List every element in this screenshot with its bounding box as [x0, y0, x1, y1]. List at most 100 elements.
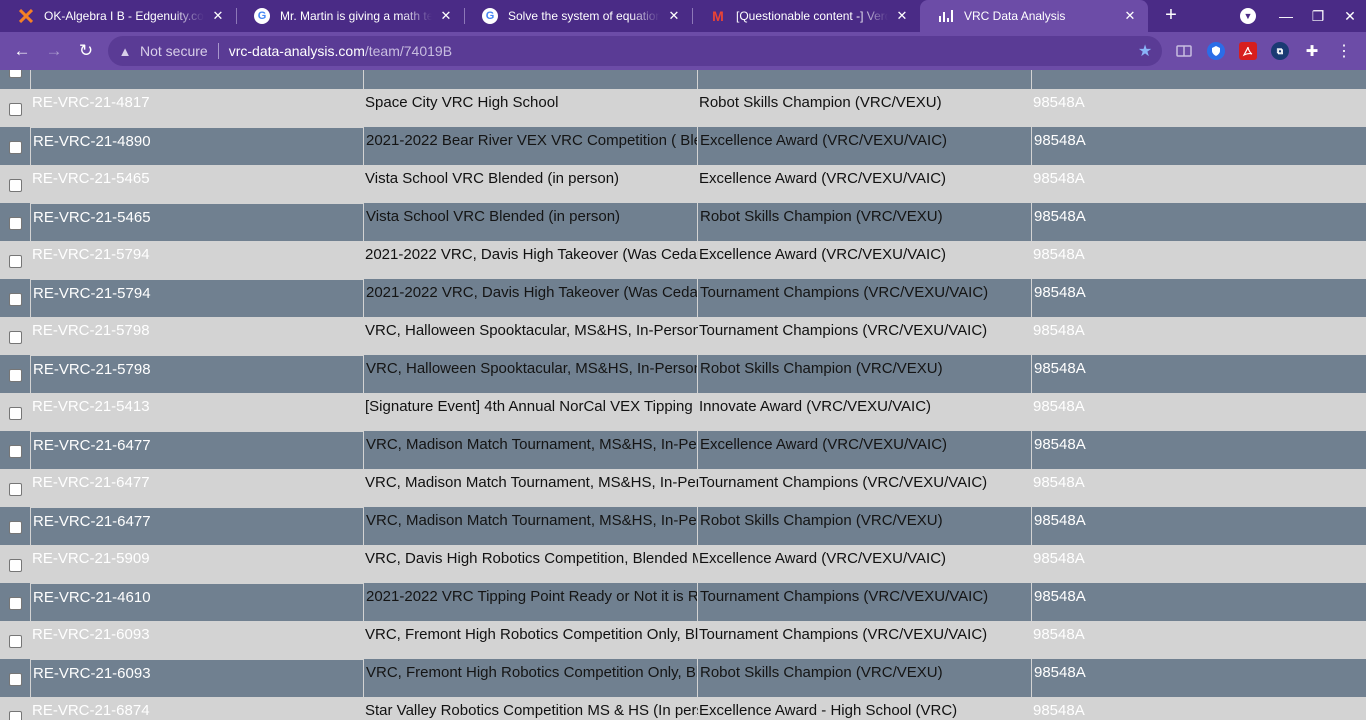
extension-badge-icon[interactable]: ⧉ — [1271, 42, 1289, 60]
row-checkbox[interactable] — [9, 445, 22, 458]
row-checkbox[interactable] — [9, 635, 22, 648]
minimize-button[interactable]: — — [1270, 0, 1302, 32]
table-row[interactable]: RE-VRC-21-6477 VRC, Madison Match Tournam… — [0, 469, 1366, 507]
row-checkbox[interactable] — [9, 711, 22, 720]
pdf-extension-icon[interactable] — [1239, 42, 1257, 60]
tab-title: OK-Algebra I B - Edgenuity.com — [44, 9, 204, 23]
table-row[interactable]: RE-VRC-21-5465 Vista School VRC Blended (… — [0, 165, 1366, 203]
table-row[interactable]: RE-VRC-21-5798 VRC, Halloween Spooktacula… — [0, 355, 1366, 393]
sku-cell: RE-VRC-21-4610 — [30, 583, 364, 621]
tab-title: Mr. Martin is giving a math test — [280, 9, 432, 23]
row-checkbox[interactable] — [9, 70, 22, 78]
arrow-left-icon: ← — [13, 41, 31, 60]
table-row[interactable]: RE-VRC-21-4890 2021-2022 Bear River VEX V… — [0, 127, 1366, 165]
bookmark-star-icon[interactable]: ★ — [1136, 42, 1154, 60]
award-cell: Tournament Champions (VRC/VEXU/VAIC) — [697, 583, 1032, 621]
url-host[interactable]: vrc-data-analysis.com — [229, 43, 365, 59]
table-row[interactable]: RE-VRC-21-5909 VRC, Davis High Robotics C… — [0, 545, 1366, 583]
row-checkbox[interactable] — [9, 217, 22, 230]
event-name-cell: Vista School VRC Blended (in person) — [365, 170, 620, 187]
back-button[interactable]: ← — [8, 37, 36, 65]
sku-cell: RE-VRC-21-6874 — [32, 702, 150, 719]
restore-button[interactable]: ❐ — [1302, 0, 1334, 32]
arrow-right-icon: → — [45, 41, 63, 60]
award-cell: Tournament Champions (VRC/VEXU/VAIC) — [699, 474, 988, 491]
team-number-cell: 98548A — [1031, 659, 1366, 697]
event-name-cell: VRC, Halloween Spooktacular, MS&HS, In-P… — [365, 322, 698, 339]
close-icon[interactable]: ✕ — [210, 8, 226, 24]
table-row[interactable]: RE-VRC-21-6093 VRC, Fremont High Robotics… — [0, 621, 1366, 659]
forward-button[interactable]: → — [40, 37, 68, 65]
table-row[interactable]: RE-VRC-21-6093 VRC, Fremont High Robotics… — [0, 659, 1366, 697]
row-checkbox[interactable] — [9, 521, 22, 534]
table-row[interactable]: RE-VRC-21-5794 2021-2022 VRC, Davis High … — [0, 241, 1366, 279]
row-checkbox[interactable] — [9, 293, 22, 306]
award-cell: Excellence Award (VRC/VEXU/VAIC) — [697, 127, 1032, 165]
close-icon[interactable]: ✕ — [438, 8, 454, 24]
sku-cell: RE-VRC-21-5798 — [30, 355, 364, 393]
close-icon[interactable]: ✕ — [666, 8, 682, 24]
row-checkbox[interactable] — [9, 141, 22, 154]
url-path[interactable]: /team/74019B — [365, 43, 452, 59]
reload-button[interactable]: ↻ — [72, 37, 100, 65]
tab-vrc-data-analysis[interactable]: VRC Data Analysis ✕ — [920, 0, 1148, 32]
row-checkbox[interactable] — [9, 559, 22, 572]
tab-search-button[interactable]: ▼ — [1232, 0, 1264, 32]
sku-cell: RE-VRC-21-5465 — [32, 170, 150, 187]
table-row[interactable]: RE-VRC-21-5794 2021-2022 VRC, Davis High … — [0, 279, 1366, 317]
team-number-cell: 98548A — [1033, 246, 1085, 263]
row-checkbox[interactable] — [9, 597, 22, 610]
address-bar[interactable]: ▲ Not secure vrc-data-analysis.com /team… — [108, 36, 1162, 66]
table-row[interactable]: RE-VRC-21-6477 VRC, Madison Match Tournam… — [0, 431, 1366, 469]
google-icon: G — [254, 8, 270, 24]
team-number-cell: 98548A — [1033, 398, 1085, 415]
table-row[interactable]: RE-VRC-21-4817 Space City VRC High School… — [0, 89, 1366, 127]
menu-kebab-icon[interactable]: ⋮ — [1335, 42, 1353, 60]
close-icon[interactable]: ✕ — [1122, 8, 1138, 24]
team-number-cell: 98548A — [1031, 355, 1366, 393]
table-row[interactable]: RE-VRC-21-5465 Vista School VRC Blended (… — [0, 203, 1366, 241]
table-row[interactable]: RE-VRC-21-5413 [Signature Event] 4th Annu… — [0, 393, 1366, 431]
warning-icon[interactable]: ▲ — [118, 44, 132, 59]
row-checkbox[interactable] — [9, 369, 22, 382]
close-window-button[interactable]: ✕ — [1334, 0, 1366, 32]
sku-cell: RE-VRC-21-4890 — [30, 127, 364, 165]
row-checkbox[interactable] — [9, 331, 22, 344]
tab-gmail[interactable]: M [Questionable content -] Verdict ✕ — [692, 0, 920, 32]
award-cell: Tournament Champions (VRC/VEXU/VAIC) — [697, 279, 1032, 317]
close-icon[interactable]: ✕ — [894, 8, 910, 24]
team-number-cell: 98548A — [1033, 474, 1085, 491]
tab-edgenuity[interactable]: OK-Algebra I B - Edgenuity.com ✕ — [0, 0, 236, 32]
team-number-cell: 98548A — [1031, 431, 1366, 469]
team-number-cell: 98548A — [1033, 550, 1085, 567]
table-row[interactable]: RE-VRC-21-6874 Star Valley Robotics Compe… — [0, 697, 1366, 720]
gmail-icon: M — [712, 8, 724, 24]
sku-cell: RE-VRC-21-6093 — [30, 659, 364, 697]
reading-mode-icon[interactable] — [1175, 42, 1193, 60]
table-cell — [363, 70, 698, 89]
row-checkbox[interactable] — [9, 673, 22, 686]
team-number-cell: 98548A — [1033, 322, 1085, 339]
row-checkbox[interactable] — [9, 255, 22, 268]
table-row[interactable]: RE-VRC-21-4610 2021-2022 VRC Tipping Poin… — [0, 583, 1366, 621]
shield-extension-icon[interactable] — [1207, 42, 1225, 60]
table-row[interactable]: RE-VRC-21-6477 VRC, Madison Match Tournam… — [0, 507, 1366, 545]
puzzle-extensions-icon[interactable]: ✚ — [1303, 42, 1321, 60]
table-row[interactable] — [0, 70, 1366, 89]
awards-table: RE-VRC-21-4817 Space City VRC High School… — [0, 70, 1366, 720]
row-checkbox[interactable] — [9, 103, 22, 116]
event-name-cell: Vista School VRC Blended (in person) — [363, 203, 698, 241]
table-row[interactable]: RE-VRC-21-5798 VRC, Halloween Spooktacula… — [0, 317, 1366, 355]
award-cell: Robot Skills Champion (VRC/VEXU) — [697, 355, 1032, 393]
row-checkbox[interactable] — [9, 483, 22, 496]
row-checkbox[interactable] — [9, 407, 22, 420]
table-cell — [1031, 70, 1366, 89]
tab-google-math[interactable]: G Mr. Martin is giving a math test ✕ — [236, 0, 464, 32]
sku-cell: RE-VRC-21-6477 — [32, 474, 150, 491]
team-number-cell: 98548A — [1031, 203, 1366, 241]
new-tab-button[interactable]: + — [1160, 5, 1182, 27]
security-label[interactable]: Not secure — [140, 43, 208, 59]
sku-cell: RE-VRC-21-5413 — [32, 398, 150, 415]
row-checkbox[interactable] — [9, 179, 22, 192]
tab-google-equations[interactable]: G Solve the system of equations ✕ — [464, 0, 692, 32]
